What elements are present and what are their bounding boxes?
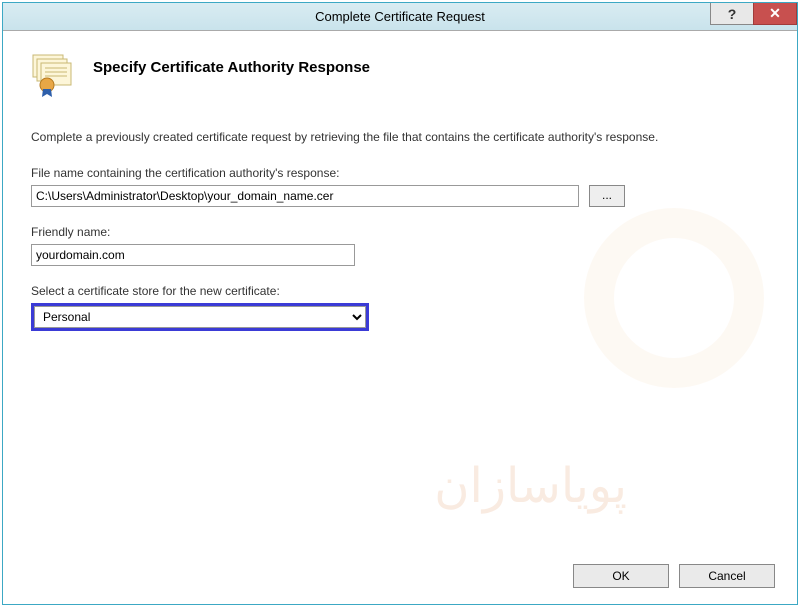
browse-button[interactable]: ... <box>589 185 625 207</box>
titlebar-buttons: ? ✕ <box>711 3 797 30</box>
store-field-group: Select a certificate store for the new c… <box>31 284 769 331</box>
watermark-text: پویاسازان <box>434 458 627 514</box>
close-button[interactable]: ✕ <box>753 3 797 25</box>
page-heading: Specify Certificate Authority Response <box>93 59 370 76</box>
window-title: Complete Certificate Request <box>315 9 485 24</box>
close-icon: ✕ <box>769 5 781 22</box>
file-field-row: ... <box>31 185 769 207</box>
watermark: پویاسازان <box>434 458 627 514</box>
certificate-store-select[interactable]: Personal <box>34 306 366 328</box>
friendly-field-group: Friendly name: <box>31 225 769 266</box>
help-icon: ? <box>728 6 737 22</box>
dialog-window: Complete Certificate Request ? ✕ Specif <box>2 2 798 605</box>
description-text: Complete a previously created certificat… <box>31 129 769 146</box>
friendly-name-input[interactable] <box>31 244 355 266</box>
certificate-icon <box>27 51 75 99</box>
cancel-button[interactable]: Cancel <box>679 564 775 588</box>
store-select-highlight: Personal <box>31 303 369 331</box>
file-path-input[interactable] <box>31 185 579 207</box>
help-button[interactable]: ? <box>710 3 754 25</box>
titlebar: Complete Certificate Request ? ✕ <box>3 3 797 31</box>
friendly-label: Friendly name: <box>31 225 769 239</box>
file-label: File name containing the certification a… <box>31 166 769 180</box>
file-field-group: File name containing the certification a… <box>31 166 769 207</box>
ok-button[interactable]: OK <box>573 564 669 588</box>
dialog-content: Complete a previously created certificat… <box>3 119 797 331</box>
store-label: Select a certificate store for the new c… <box>31 284 769 298</box>
dialog-footer: OK Cancel <box>573 564 775 588</box>
header-section: Specify Certificate Authority Response <box>3 31 797 119</box>
